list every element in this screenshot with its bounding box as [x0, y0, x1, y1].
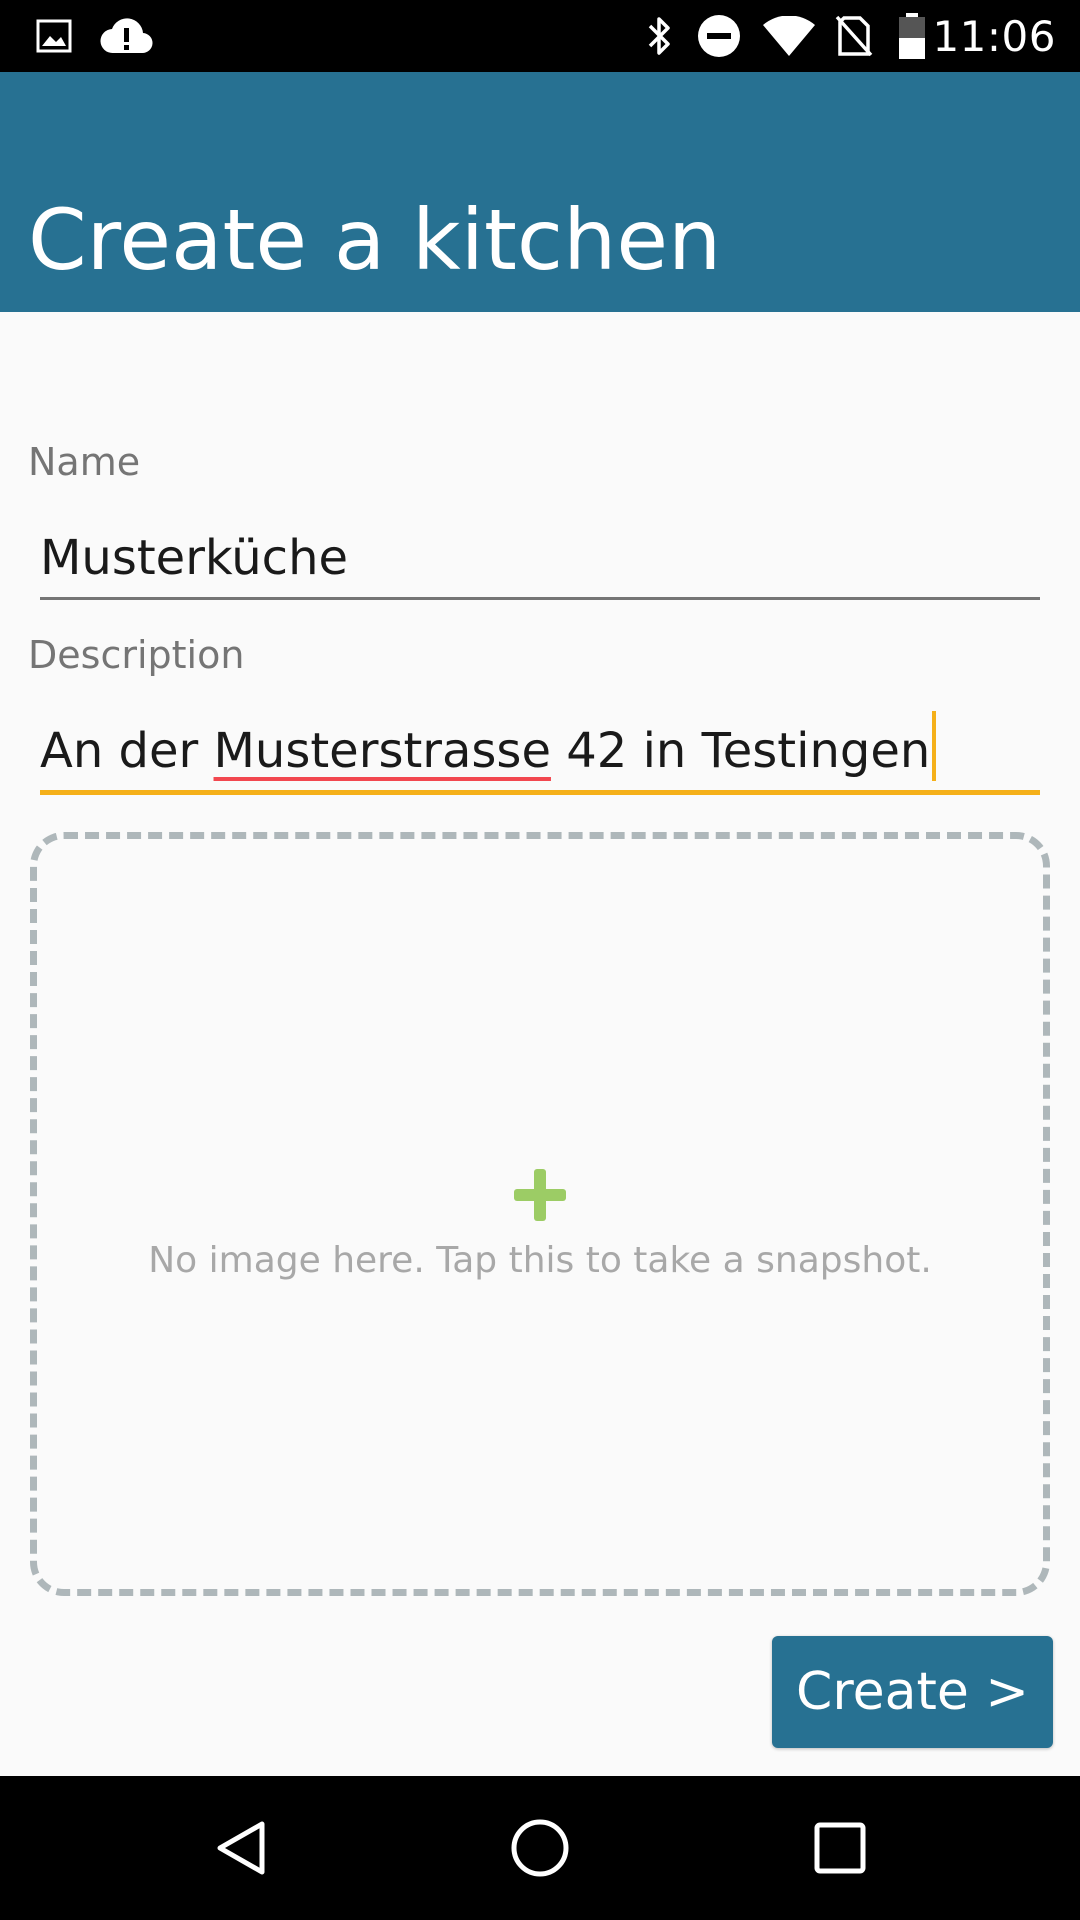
no-sim-icon	[832, 0, 876, 72]
description-value: An der Musterstrasse 42 in Testingen	[40, 711, 937, 781]
screen: 11:06 Create a kitchen Name Musterküche …	[0, 0, 1080, 1920]
description-text-suffix: 42 in Testingen	[550, 723, 931, 779]
page-title: Create a kitchen	[28, 191, 722, 289]
name-field[interactable]: Musterküche	[40, 524, 1040, 600]
battery-icon	[896, 0, 928, 72]
status-time: 11:06	[932, 12, 1056, 61]
do-not-disturb-icon	[696, 0, 742, 72]
image-notification-icon	[34, 0, 74, 72]
misspelled-word[interactable]: Musterstrasse	[214, 723, 551, 779]
back-icon[interactable]	[160, 1776, 320, 1920]
image-placeholder-text: No image here. Tap this to take a snapsh…	[148, 1240, 932, 1281]
bluetooth-icon	[642, 0, 678, 72]
home-icon[interactable]	[460, 1776, 620, 1920]
cloud-alert-icon	[98, 0, 154, 72]
recents-icon[interactable]	[760, 1776, 920, 1920]
description-underline	[40, 790, 1040, 795]
description-label: Description	[28, 633, 245, 677]
create-button[interactable]: Create >	[772, 1636, 1053, 1748]
app-bar: Create a kitchen	[0, 72, 1080, 312]
image-snapshot-area[interactable]: No image here. Tap this to take a snapsh…	[30, 832, 1050, 1596]
name-value: Musterküche	[40, 530, 349, 586]
wifi-icon	[762, 0, 816, 72]
description-field[interactable]: An der Musterstrasse 42 in Testingen	[40, 711, 1040, 795]
text-cursor	[932, 711, 937, 781]
status-bar: 11:06	[0, 0, 1080, 72]
name-label: Name	[28, 440, 141, 484]
name-underline	[40, 597, 1040, 600]
navigation-bar	[0, 1776, 1080, 1920]
plus-icon	[514, 1169, 566, 1221]
description-text-prefix: An der	[40, 723, 214, 779]
